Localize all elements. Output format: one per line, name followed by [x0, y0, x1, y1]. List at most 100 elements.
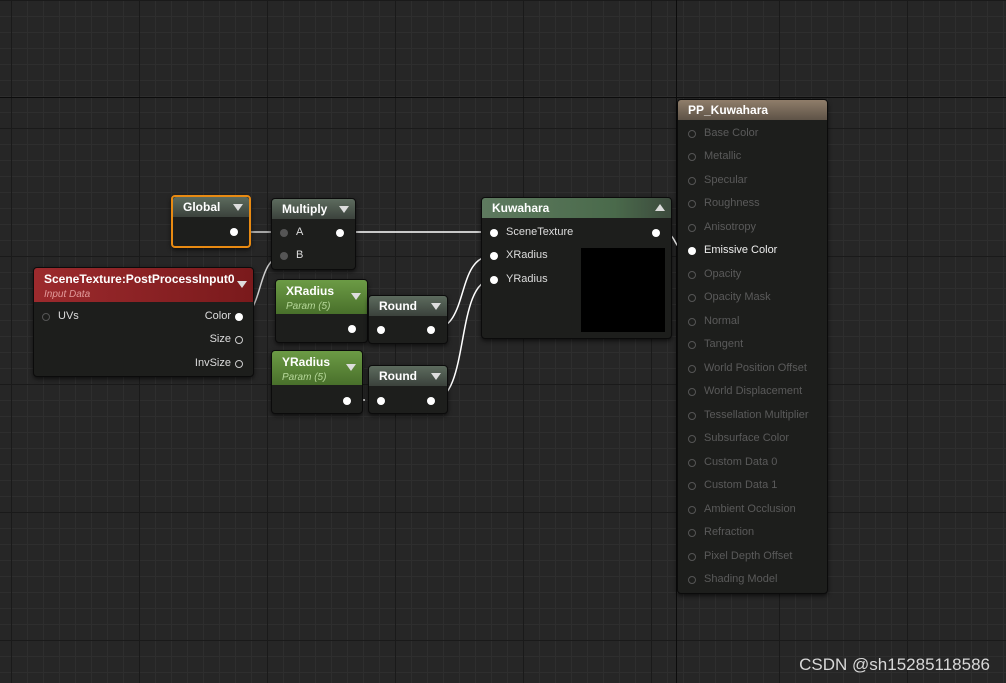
round-node-2[interactable]: Round [368, 365, 448, 414]
round-node-1-header[interactable]: Round [369, 296, 447, 316]
global-output-pin[interactable] [230, 228, 238, 236]
material-input-row[interactable]: Opacity Mask [678, 290, 827, 308]
round-node-2-title: Round [379, 369, 417, 383]
yradius-input-pin[interactable] [490, 276, 498, 284]
material-input-row[interactable]: World Position Offset [678, 361, 827, 379]
multiply-node-header[interactable]: Multiply [272, 199, 355, 219]
refraction-label: Refraction [704, 526, 755, 538]
material-input-row[interactable]: Base Color [678, 126, 827, 144]
material-result-node[interactable]: PP_Kuwahara Base Color Metallic Specular… [677, 99, 828, 594]
world-position-offset-label: World Position Offset [704, 362, 807, 374]
round-node-1[interactable]: Round [368, 295, 448, 344]
material-input-row[interactable]: Specular [678, 173, 827, 191]
yradius-node-header[interactable]: YRadius Param (5) [272, 351, 362, 385]
size-output-pin[interactable] [235, 336, 243, 344]
xradius-param-node[interactable]: XRadius Param (5) [275, 279, 368, 343]
shading-model-label: Shading Model [704, 573, 778, 585]
tangent-pin[interactable] [688, 341, 696, 349]
kuwahara-node-title: Kuwahara [492, 201, 550, 215]
material-input-row[interactable]: Emissive Color [678, 243, 827, 261]
normal-pin[interactable] [688, 318, 696, 326]
ambient-occlusion-pin[interactable] [688, 506, 696, 514]
world-displacement-pin[interactable] [688, 388, 696, 396]
global-node-header[interactable]: Global [173, 197, 249, 217]
yradius-output-pin[interactable] [343, 397, 351, 405]
color-output-pin[interactable] [235, 313, 243, 321]
xradius-input-pin[interactable] [490, 252, 498, 260]
yradius-param-node[interactable]: YRadius Param (5) [271, 350, 363, 414]
material-input-row[interactable]: Custom Data 0 [678, 455, 827, 473]
invsize-output-pin[interactable] [235, 360, 243, 368]
refraction-pin[interactable] [688, 529, 696, 537]
scene-texture-node[interactable]: SceneTexture:PostProcessInput0 Input Dat… [33, 267, 254, 377]
base-color-label: Base Color [704, 127, 759, 139]
round-2-input-pin[interactable] [377, 397, 385, 405]
collapse-arrow-icon[interactable] [431, 373, 441, 380]
metallic-pin[interactable] [688, 153, 696, 161]
collapse-arrow-icon[interactable] [339, 206, 349, 213]
world-displacement-label: World Displacement [704, 385, 803, 397]
custom-data-1-pin[interactable] [688, 482, 696, 490]
xradius-output-pin[interactable] [348, 325, 356, 333]
global-node[interactable]: Global [171, 195, 251, 248]
round-2-output-pin[interactable] [427, 397, 435, 405]
opacity-pin[interactable] [688, 271, 696, 279]
multiply-output-pin[interactable] [336, 229, 344, 237]
multiply-node[interactable]: Multiply A B [271, 198, 356, 270]
material-input-row[interactable]: Opacity [678, 267, 827, 285]
round-1-output-pin[interactable] [427, 326, 435, 334]
custom-data-0-pin[interactable] [688, 459, 696, 467]
scenetexture-input-pin[interactable] [490, 229, 498, 237]
round-node-1-title: Round [379, 299, 417, 313]
material-input-row[interactable]: Custom Data 1 [678, 478, 827, 496]
custom-data-1-label: Custom Data 1 [704, 479, 778, 491]
specular-pin[interactable] [688, 177, 696, 185]
roughness-pin[interactable] [688, 200, 696, 208]
anisotropy-pin[interactable] [688, 224, 696, 232]
yradius-node-subtitle: Param (5) [282, 372, 327, 383]
collapse-arrow-icon[interactable] [351, 293, 361, 300]
kuwahara-output-pin[interactable] [652, 229, 660, 237]
collapse-arrow-icon[interactable] [655, 204, 665, 211]
base-color-pin[interactable] [688, 130, 696, 138]
pixel-depth-offset-pin[interactable] [688, 553, 696, 561]
subsurface-color-pin[interactable] [688, 435, 696, 443]
material-input-row[interactable]: Subsurface Color [678, 431, 827, 449]
material-input-row[interactable]: Roughness [678, 196, 827, 214]
world-position-offset-pin[interactable] [688, 365, 696, 373]
collapse-arrow-icon[interactable] [431, 303, 441, 310]
material-input-row[interactable]: Tangent [678, 337, 827, 355]
kuwahara-node-header[interactable]: Kuwahara [482, 198, 671, 218]
invsize-output-label: InvSize [194, 357, 231, 369]
material-input-row[interactable]: Refraction [678, 525, 827, 543]
material-input-row[interactable]: Anisotropy [678, 220, 827, 238]
collapse-arrow-icon[interactable] [346, 364, 356, 371]
xradius-node-header[interactable]: XRadius Param (5) [276, 280, 367, 314]
tessellation-multiplier-pin[interactable] [688, 412, 696, 420]
material-input-row[interactable]: Ambient Occlusion [678, 502, 827, 520]
round-1-input-pin[interactable] [377, 326, 385, 334]
opacity-mask-pin[interactable] [688, 294, 696, 302]
collapse-arrow-icon[interactable] [237, 281, 247, 288]
metallic-label: Metallic [704, 150, 742, 162]
shading-model-pin[interactable] [688, 576, 696, 584]
material-input-row[interactable]: Pixel Depth Offset [678, 549, 827, 567]
uvs-input-pin[interactable] [42, 313, 50, 321]
material-input-row[interactable]: Shading Model [678, 572, 827, 590]
collapse-arrow-icon[interactable] [233, 204, 243, 211]
material-input-row[interactable]: Tessellation Multiplier [678, 408, 827, 426]
custom-data-0-label: Custom Data 0 [704, 456, 778, 468]
material-input-row[interactable]: Metallic [678, 149, 827, 167]
multiply-input-b-pin[interactable] [280, 252, 288, 260]
scene-texture-node-title: SceneTexture:PostProcessInput0 [44, 272, 235, 286]
material-input-row[interactable]: World Displacement [678, 384, 827, 402]
kuwahara-node[interactable]: Kuwahara SceneTexture XRadius YRadius [481, 197, 672, 339]
round-node-2-header[interactable]: Round [369, 366, 447, 386]
watermark: CSDN @sh15285118586 [799, 655, 990, 674]
multiply-input-a-pin[interactable] [280, 229, 288, 237]
scene-texture-node-header[interactable]: SceneTexture:PostProcessInput0 Input Dat… [34, 268, 253, 302]
pixel-depth-offset-label: Pixel Depth Offset [704, 550, 793, 562]
material-input-row[interactable]: Normal [678, 314, 827, 332]
material-node-header[interactable]: PP_Kuwahara [678, 100, 827, 120]
emissive-color-pin[interactable] [688, 247, 696, 255]
